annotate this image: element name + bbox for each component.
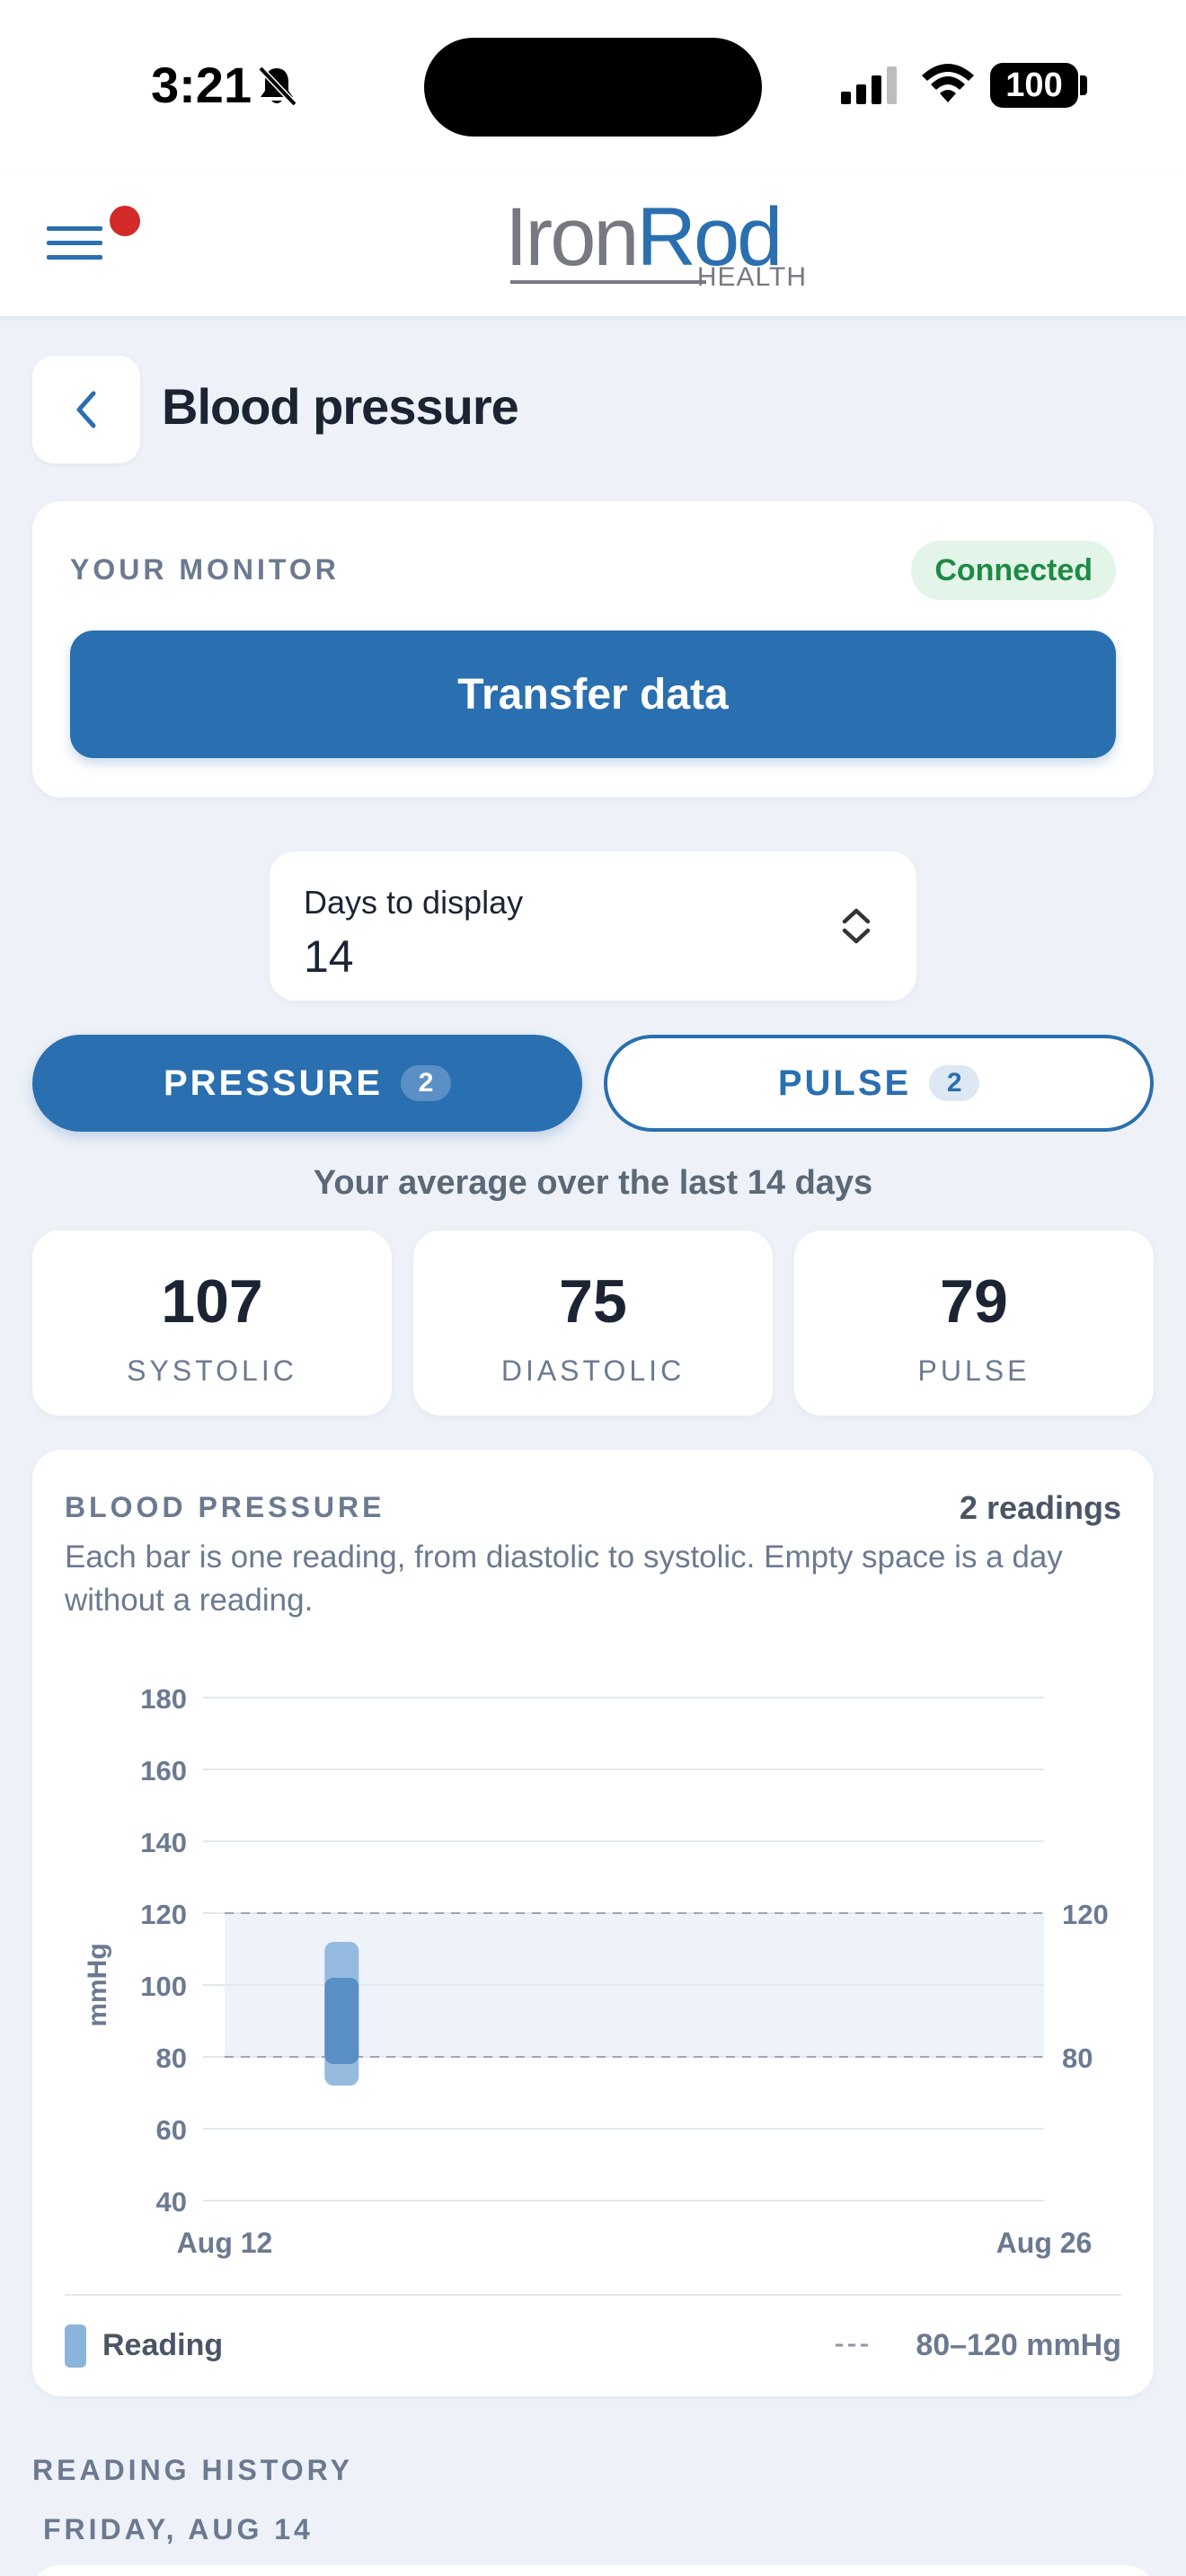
legend-reading-swatch [65,2325,86,2368]
y-tick-label: 40 [156,2186,187,2218]
reading-bar [324,1978,359,2064]
y-tick-label: 80 [156,2042,187,2074]
tab-pulse-count: 2 [929,1065,980,1101]
y-tick-label: 60 [156,2114,187,2146]
chevron-left-icon [76,391,96,428]
systolic-label: SYSTOLIC [127,1354,297,1387]
days-label: Days to display [304,884,524,921]
diastolic-label: DIASTOLIC [500,1354,686,1387]
wifi-icon [922,64,974,102]
stat-card-diastolic: 75 DIASTOLIC [413,1231,773,1416]
dynamic-island [424,38,762,137]
tab-pressure-label: PRESSURE [163,1063,384,1103]
y-tick-label: 180 [140,1683,187,1715]
battery-icon: 100 [990,63,1078,108]
y-tick-label: 100 [140,1971,187,2002]
status-bar: 3:21 100 [0,0,1186,171]
y-tick-label: 120 [140,1899,187,1930]
legend-dash-icon [836,2343,872,2347]
diastolic-value: 75 [559,1267,627,1336]
notification-dot [110,206,140,236]
legend-range-label: 80–120 mmHg [916,2328,1121,2362]
tab-pulse[interactable]: PULSE 2 [604,1035,1154,1132]
x-tick-label: Aug 26 [996,2227,1093,2259]
monitor-card: YOUR MONITOR Connected Transfer data [32,501,1154,798]
tab-pressure-count: 2 [401,1065,452,1101]
blood-pressure-chart: 180 160 140 120 100 80 60 40 120 80 mmHg Aug 12 Aug … [83,1683,1109,2259]
tab-pulse-label: PULSE [777,1063,912,1103]
back-button[interactable] [32,356,140,463]
history-card[interactable] [32,2565,1154,2576]
reading-history-label: READING HISTORY [32,2454,353,2486]
history-date-label: FRIDAY, AUG 14 [43,2513,314,2545]
readings-count: 2 readings [959,1489,1121,1526]
pulse-label: PULSE [917,1354,1031,1387]
x-tick-label: Aug 12 [177,2227,273,2259]
transfer-data-button[interactable]: Transfer data [70,631,1116,758]
legend-reading-label: Reading [102,2328,224,2362]
y-axis-label: mmHg [83,1943,112,2026]
bell-slash-icon [258,66,297,107]
blood-pressure-screen: 3:21 100 IronRod HEALTH Blood pressure Y… [0,0,1186,2576]
cellular-signal-icon [841,66,897,104]
chart-description: Each bar is one reading, from diastolic … [65,1539,1063,1618]
legend-divider [65,2294,1121,2296]
chevron-updown-icon [842,908,871,944]
status-time: 3:21 [151,57,252,113]
tab-pressure[interactable]: PRESSURE 2 [32,1035,582,1132]
connected-badge: Connected [911,541,1116,600]
y-tick-label: 140 [140,1827,187,1858]
blood-pressure-chart-card: BLOOD PRESSURE 2 readings Each bar is on… [32,1450,1154,2396]
page-title: Blood pressure [162,378,519,435]
average-caption: Your average over the last 14 days [313,1164,873,1202]
days-to-display-select[interactable]: Days to display 14 [270,851,916,1001]
systolic-value: 107 [161,1267,263,1336]
monitor-label: YOUR MONITOR [70,553,340,586]
ironrod-health-logo: IronRod HEALTH [505,192,810,292]
y-tick-label: 160 [140,1755,187,1786]
logo-health: HEALTH [696,262,807,292]
chart-title: BLOOD PRESSURE [65,1491,385,1523]
target-range-label: 80 [1062,2042,1093,2074]
logo-underline [510,280,706,284]
stat-card-systolic: 107 SYSTOLIC [32,1231,392,1416]
pulse-value: 79 [940,1267,1008,1336]
hamburger-menu-icon[interactable] [43,205,115,268]
battery-tip [1080,75,1087,95]
days-value: 14 [304,931,354,982]
stat-card-pulse: 79 PULSE [794,1231,1154,1416]
target-range-label: 120 [1062,1899,1109,1930]
